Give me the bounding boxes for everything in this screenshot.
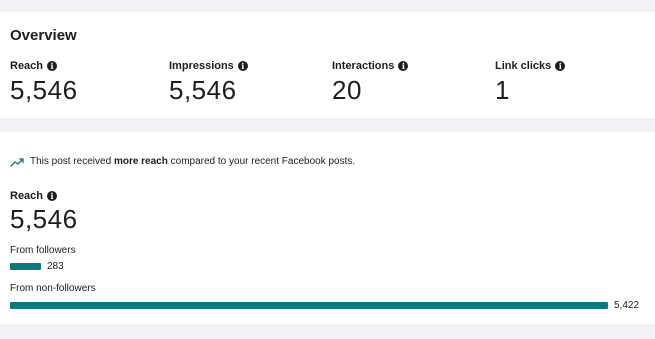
info-icon[interactable]: i [555, 61, 566, 71]
metric-link-clicks-value: 1 [495, 75, 510, 105]
reach-card: This post received more reach compared t… [0, 132, 655, 324]
metric-reach: Reach i 5,546 [10, 59, 78, 106]
reach-label: Reach [10, 190, 44, 202]
metric-reach-label: Reach [10, 60, 44, 72]
overview-card: Overview Reach i 5,546 Impressions i 5,5… [0, 12, 655, 118]
metric-interactions-value: 20 [332, 75, 362, 105]
metric-interactions: Interactions i 20 [332, 59, 409, 106]
info-icon[interactable]: i [398, 61, 409, 71]
metric-link-clicks: Link clicks i 1 [495, 59, 566, 106]
info-icon[interactable]: i [47, 191, 58, 201]
metric-impressions-value: 5,546 [169, 75, 237, 105]
trending-up-icon [10, 157, 24, 167]
source-non-followers-row: 5,422 [10, 299, 640, 311]
source-non-followers-bar [10, 301, 608, 309]
source-followers-row: 283 [10, 260, 64, 272]
metric-impressions: Impressions i 5,546 [169, 59, 248, 106]
metric-link-clicks-label: Link clicks [495, 60, 552, 72]
info-icon[interactable]: i [237, 61, 248, 71]
reach-value: 5,546 [10, 204, 78, 234]
metric-impressions-label: Impressions [169, 60, 234, 72]
source-non-followers-value: 5,422 [614, 299, 640, 311]
metric-interactions-label: Interactions [332, 60, 395, 72]
reach-insight: This post received more reach compared t… [10, 156, 355, 167]
source-followers-bar [10, 262, 41, 270]
source-followers-label: From followers [10, 245, 76, 256]
reach-total: Reach i 5,546 [10, 189, 78, 235]
insight-prefix: This post received [30, 156, 114, 167]
source-followers-value: 283 [47, 260, 64, 272]
insight-emphasis: more reach [113, 156, 168, 167]
overview-title: Overview [10, 27, 77, 44]
source-non-followers-label: From non-followers [10, 283, 96, 294]
info-icon[interactable]: i [47, 61, 58, 71]
metric-reach-value: 5,546 [10, 75, 78, 105]
insight-suffix: compared to your recent Facebook posts. [167, 156, 356, 167]
